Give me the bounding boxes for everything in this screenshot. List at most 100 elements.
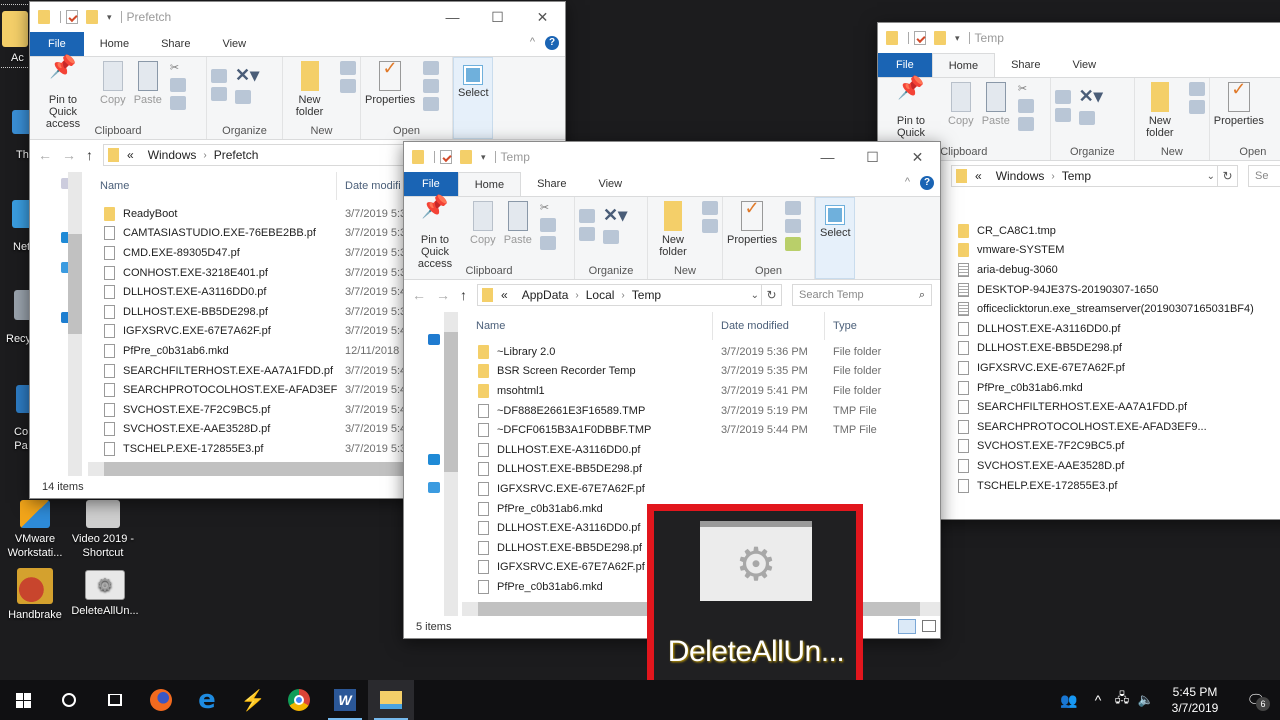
column-date-modified[interactable]: Date modified [713,312,825,340]
paste-shortcut-icon[interactable] [1017,117,1034,131]
this-pc-icon[interactable] [428,482,440,493]
edit-icon[interactable] [785,219,802,233]
collapse-ribbon-icon[interactable]: ^ [905,176,910,188]
refresh-icon[interactable]: ↻ [761,285,781,305]
tab-file[interactable]: File [404,172,458,196]
rename-icon[interactable] [1078,111,1095,125]
open-icon[interactable] [423,61,440,75]
history-icon[interactable] [785,237,802,251]
cut-icon[interactable]: ✂ [170,61,186,74]
nav-scrollbar[interactable] [444,312,458,618]
file-row[interactable]: SVCHOST.EXE-AAE3528D.pf [958,456,1280,476]
maximize-button[interactable]: ☐ [475,2,520,32]
quick-access-icon[interactable] [428,334,440,345]
easy-access-icon[interactable] [340,79,356,93]
copy-to-icon[interactable] [1054,108,1071,122]
title-bar[interactable]: ▾ Prefetch — ☐ ✕ [30,2,565,32]
maximize-button[interactable]: ☐ [850,142,895,172]
copy-path-icon[interactable] [1017,99,1034,113]
copy-path-icon[interactable] [169,78,186,92]
breadcrumb-windows[interactable]: Windows [148,148,197,162]
easy-access-icon[interactable] [1188,100,1205,114]
file-row[interactable]: PfPre_c0b31ab6.mkd [958,378,1280,398]
address-bar[interactable]: « Windows › Temp ⌄ ↻ [951,165,1238,187]
cut-icon[interactable]: ✂ [540,201,556,214]
column-type[interactable]: Type [825,312,935,340]
collapse-ribbon-icon[interactable]: ^ [530,36,535,48]
desktop-icon-handbrake[interactable]: Handbrake [0,568,72,622]
customize-dropdown-icon[interactable]: ▾ [107,12,112,23]
tab-view[interactable]: View [1056,53,1112,77]
minimize-button[interactable]: — [430,2,475,32]
chrome-button[interactable] [276,680,322,720]
history-icon[interactable] [423,97,440,111]
nav-scrollbar[interactable] [68,172,82,478]
select-button[interactable]: Select [816,202,855,239]
back-icon[interactable]: ← [412,287,426,303]
desktop-icon-deleteallun[interactable]: ⚙ DeleteAllUn... [68,570,142,618]
new-folder-icon[interactable] [934,31,946,45]
large-icons-view-icon[interactable] [922,620,936,632]
tab-home[interactable]: Home [457,172,522,196]
desktop-icon-vmware[interactable]: VMware Workstati... [0,500,72,560]
firefox-button[interactable] [138,680,184,720]
properties-button[interactable]: ✓ Properties [723,199,781,246]
file-row[interactable]: vmware-SYSTEM [958,241,1280,261]
paste-button[interactable]: Paste [978,82,1014,127]
new-folder-button[interactable]: New folder [648,201,698,258]
paste-shortcut-icon[interactable] [539,236,556,250]
properties-icon[interactable] [440,150,452,164]
search-input[interactable]: Search Temp ⌕ [792,284,932,306]
file-row[interactable]: DESKTOP-94JE37S-20190307-1650 [958,280,1280,300]
file-row[interactable]: TSCHELP.EXE-172855E3.pf [958,476,1280,496]
refresh-icon[interactable]: ↻ [1217,166,1237,186]
file-row[interactable]: CR_CA8C1.tmp [958,221,1280,241]
file-row[interactable]: ~DFCF0615B3A1F0DBBF.TMP 3/7/2019 5:44 PM T… [468,420,940,440]
move-to-icon[interactable] [1054,90,1071,104]
file-row[interactable]: BSR Screen Recorder Temp 3/7/2019 5:35 PM… [468,362,940,382]
select-button[interactable]: Select [454,62,493,99]
forward-icon[interactable]: → [62,147,76,163]
new-item-icon[interactable] [340,61,356,75]
edge-button[interactable]: e [184,680,230,720]
properties-button[interactable]: ✓ Properties [1210,80,1268,127]
paste-button[interactable]: Paste [500,201,536,246]
winamp-button[interactable]: ⚡ [230,680,276,720]
file-row[interactable]: DLLHOST.EXE-BB5DE298.pf [958,339,1280,359]
properties-icon[interactable] [914,31,926,45]
navigation-pane[interactable] [30,172,82,478]
easy-access-icon[interactable] [702,219,718,233]
tab-view[interactable]: View [206,32,262,56]
new-item-icon[interactable] [1188,82,1205,96]
edit-icon[interactable] [423,79,440,93]
close-button[interactable]: ✕ [895,142,940,172]
close-button[interactable]: ✕ [520,2,565,32]
title-bar[interactable]: ▾ Temp — ☐ ✕ [404,142,940,172]
desktop-icon-video-shortcut[interactable]: Video 2019 - Shortcut [66,500,140,560]
new-folder-icon[interactable] [460,150,472,164]
file-explorer-button[interactable] [368,680,414,720]
file-row[interactable]: SEARCHPROTOCOLHOST.EXE-AFAD3EF9... [958,417,1280,437]
file-row[interactable]: ~Library 2.0 3/7/2019 5:36 PM File folder [468,342,940,362]
tab-share[interactable]: Share [521,172,582,196]
action-center-button[interactable]: 🗨6 [1232,691,1280,711]
up-icon[interactable]: ↑ [86,147,93,163]
copy-button[interactable]: Copy [466,201,500,246]
customize-dropdown-icon[interactable]: ▾ [481,152,486,163]
minimize-button[interactable]: — [805,142,850,172]
file-row[interactable]: aria-debug-3060 [958,260,1280,280]
column-name[interactable]: Name [468,312,713,340]
file-row[interactable]: DLLHOST.EXE-A3116DD0.pf [468,440,940,460]
clock[interactable]: 5:45 PM 3/7/2019 [1158,684,1232,716]
navigation-pane[interactable] [404,312,458,618]
breadcrumb-prefetch[interactable]: Prefetch [214,148,259,162]
show-hidden-icons[interactable]: ^ [1086,692,1110,708]
delete-icon[interactable]: ✕▾ [235,65,259,86]
move-to-icon[interactable] [211,69,227,83]
breadcrumb-temp[interactable]: Temp [632,288,661,302]
tab-home[interactable]: Home [931,53,996,77]
new-folder-icon[interactable] [86,10,98,24]
file-row[interactable]: ~DF888E2661E3F16589.TMP 3/7/2019 5:19 PM T… [468,401,940,421]
tab-file[interactable]: File [878,53,932,77]
paste-shortcut-icon[interactable] [169,96,186,110]
